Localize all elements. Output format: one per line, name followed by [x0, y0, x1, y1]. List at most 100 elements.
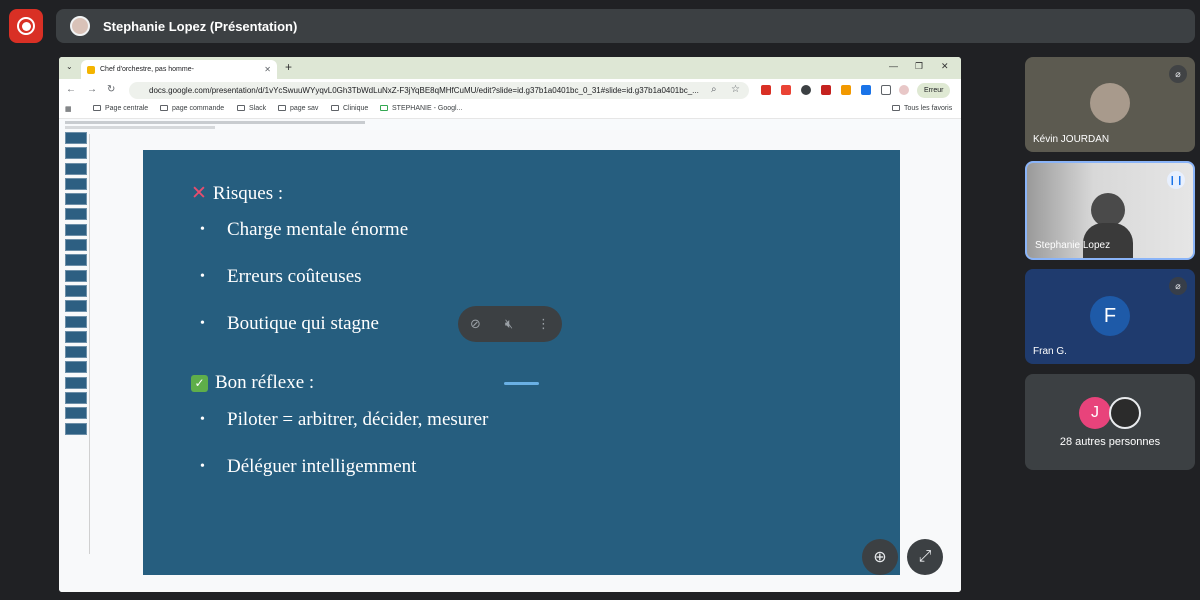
slide-thumbnail[interactable]: [65, 269, 87, 282]
url-field[interactable]: docs.google.com/presentation/d/1vYcSwuuW…: [129, 82, 749, 99]
slide-thumbnail[interactable]: [65, 162, 87, 175]
bookmark-star-icon[interactable]: ☆: [731, 84, 740, 95]
bookmark-item[interactable]: Tous les favoris: [892, 105, 952, 112]
error-chip[interactable]: Erreur: [917, 83, 951, 98]
reflex-item: Déléguer intelligemment: [200, 456, 416, 478]
slide-thumbnail[interactable]: [65, 407, 87, 420]
slide-thumbnail[interactable]: [65, 330, 87, 343]
shared-screen: ⌄ Chef d'orchestre, pas homme- ✕ + — ❐ ✕…: [59, 57, 961, 592]
recording-button[interactable]: [9, 9, 43, 43]
zoom-icon[interactable]: ⌕: [711, 84, 717, 95]
new-tab-icon[interactable]: +: [285, 60, 292, 74]
address-bar: ← → ↻ docs.google.com/presentation/d/1vY…: [59, 79, 961, 102]
participant-name: Kévin JOURDAN: [1033, 134, 1110, 145]
slide-thumbnail[interactable]: [65, 392, 87, 405]
bookmark-item[interactable]: page sav: [278, 105, 318, 112]
participant-avatar: [1090, 83, 1130, 123]
bookmark-item[interactable]: Clinique: [331, 105, 368, 112]
reload-icon[interactable]: ↻: [107, 84, 115, 95]
folder-icon: [278, 105, 286, 111]
others-tile[interactable]: J 28 autres personnes: [1025, 374, 1195, 470]
profile-icon[interactable]: [899, 85, 909, 95]
bookmark-item[interactable]: page commande: [160, 105, 224, 112]
slide-thumbnail[interactable]: [65, 147, 87, 160]
extension-icon[interactable]: [821, 85, 831, 95]
unpin-icon[interactable]: ⊘: [470, 316, 481, 332]
extension-icon[interactable]: [861, 85, 871, 95]
extensions-puzzle-icon[interactable]: [881, 85, 891, 95]
slides-icon: [87, 65, 95, 74]
bookmark-item[interactable]: Page centrale: [93, 105, 148, 112]
slide-thumbnail[interactable]: [65, 376, 87, 389]
participant-tile[interactable]: ⌀ Kévin JOURDAN: [1025, 57, 1195, 152]
presentation-title: Stephanie Lopez (Présentation): [103, 18, 298, 34]
slide-thumbnail[interactable]: [65, 254, 87, 267]
participant-avatar: F: [1090, 296, 1130, 336]
minimize-icon[interactable]: —: [889, 61, 898, 71]
drive-icon: [380, 105, 388, 111]
extension-icon[interactable]: [781, 85, 791, 95]
focus-indicator: [504, 382, 539, 385]
participant-name: Fran G.: [1033, 346, 1067, 357]
check-mark-icon: ✓: [191, 375, 208, 392]
participant-tile[interactable]: F ⌀ Fran G.: [1025, 269, 1195, 364]
close-window-icon[interactable]: ✕: [941, 61, 949, 72]
folder-icon: [160, 105, 168, 111]
expand-icon: ⤢: [918, 548, 932, 565]
slide-filmstrip[interactable]: [63, 132, 89, 438]
current-slide[interactable]: ✕Risques : Charge mentale énorme Erreurs…: [143, 150, 900, 575]
slide-thumbnail[interactable]: [65, 177, 87, 190]
zoom-in-button[interactable]: ⊕: [862, 539, 898, 575]
slide-thumbnail[interactable]: [65, 239, 87, 252]
back-icon[interactable]: ←: [66, 84, 76, 95]
slides-editor: ✕Risques : Charge mentale énorme Erreurs…: [59, 130, 961, 592]
slide-thumbnail[interactable]: [65, 315, 87, 328]
mic-off-icon: ⌀: [1169, 65, 1187, 83]
bookmark-item[interactable]: Slack: [237, 105, 266, 112]
reflex-item: Piloter = arbitrer, décider, mesurer: [200, 409, 488, 431]
forward-icon[interactable]: →: [87, 84, 97, 95]
extension-icon[interactable]: [841, 85, 851, 95]
speaking-icon: ❙❙: [1167, 171, 1185, 189]
good-reflex-heading: ✓ Bon réflexe :: [191, 372, 314, 394]
vertical-ruler: [89, 134, 90, 554]
participant-avatar: [1091, 193, 1125, 227]
risk-item: Erreurs coûteuses: [200, 266, 361, 288]
more-options-icon[interactable]: ⋮: [537, 316, 550, 332]
mute-audio-icon[interactable]: 🔇︎: [505, 316, 513, 332]
presenter-avatar: [70, 16, 90, 36]
apps-grid-icon[interactable]: ▦: [65, 105, 72, 113]
slide-thumbnail[interactable]: [65, 132, 87, 144]
slide-thumbnail[interactable]: [65, 193, 87, 206]
participant-tile-active[interactable]: ❙❙ Stephanie Lopez: [1025, 161, 1195, 260]
maximize-icon[interactable]: ❐: [915, 61, 923, 72]
extension-icon[interactable]: [761, 85, 771, 95]
risk-item: Boutique qui stagne: [200, 313, 379, 335]
slide-thumbnail[interactable]: [65, 284, 87, 297]
browser-tab[interactable]: Chef d'orchestre, pas homme- ✕: [81, 60, 277, 79]
fullscreen-button[interactable]: ⤢: [907, 539, 943, 575]
mic-off-icon: ⌀: [1169, 277, 1187, 295]
risks-heading: ✕ Risques :: [191, 182, 284, 204]
tab-list-icon[interactable]: ⌄: [66, 62, 73, 71]
slide-thumbnail[interactable]: [65, 300, 87, 313]
bookmark-item[interactable]: STEPHANIE - Googl...: [380, 105, 462, 112]
participant-name: Stephanie Lopez: [1035, 240, 1111, 251]
slide-thumbnail[interactable]: [65, 208, 87, 221]
participant-avatar: J: [1079, 397, 1111, 429]
slide-thumbnail[interactable]: [65, 361, 87, 374]
share-controls-pill: ⊘ 🔇︎ ⋮: [458, 306, 562, 342]
folder-icon: [93, 105, 101, 111]
tab-title: Chef d'orchestre, pas homme-: [100, 66, 194, 73]
slide-thumbnail[interactable]: [65, 346, 87, 359]
close-tab-icon[interactable]: ✕: [264, 65, 271, 74]
record-icon: [17, 17, 35, 35]
slide-thumbnail[interactable]: [65, 223, 87, 236]
presentation-banner: Stephanie Lopez (Présentation): [56, 9, 1195, 43]
slide-thumbnail[interactable]: [65, 422, 87, 435]
extension-icon[interactable]: [801, 85, 811, 95]
zoom-icon: ⊕: [873, 549, 887, 566]
cross-mark-icon: ✕: [191, 182, 207, 204]
bookmarks-bar: ▦ Page centrale page commande Slack page…: [59, 102, 961, 118]
folder-icon: [331, 105, 339, 111]
